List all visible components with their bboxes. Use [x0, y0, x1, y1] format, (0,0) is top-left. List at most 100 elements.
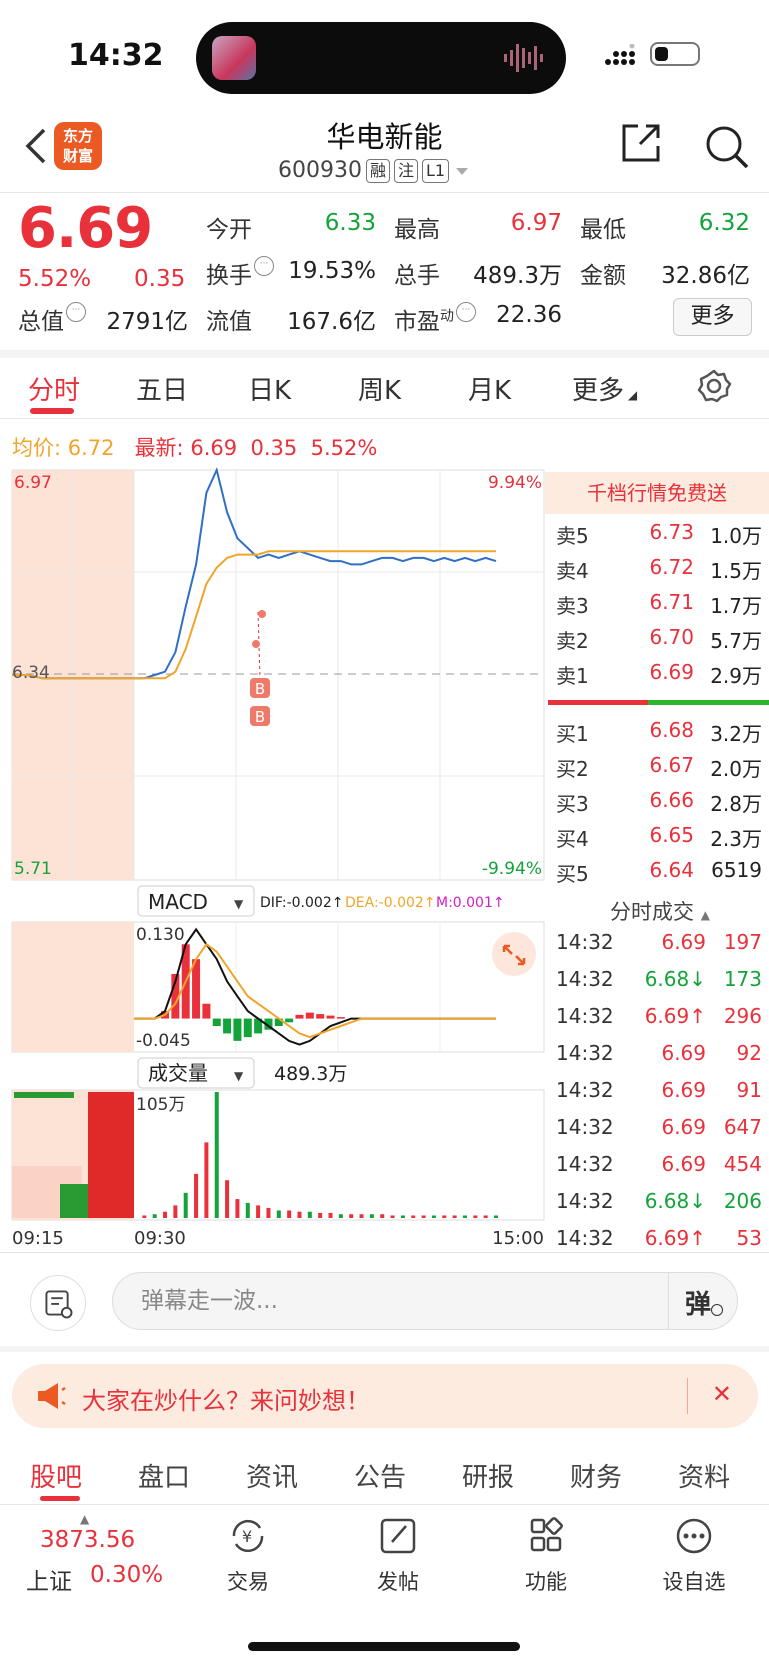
- trade-price: 6.69: [661, 930, 706, 954]
- pe-label[interactable]: 市盈动 ···: [394, 302, 476, 336]
- share-icon[interactable]: [618, 120, 664, 166]
- promo-banner[interactable]: 千档行情免费送: [545, 472, 769, 514]
- volume-bar: [431, 1215, 436, 1218]
- ask-row[interactable]: 卖1 6.69 2.9万: [556, 660, 762, 694]
- volume-bar: [256, 1205, 261, 1218]
- trade-time: 14:32: [556, 1078, 614, 1102]
- stock-code-row[interactable]: 600930 融 注 L1: [278, 158, 471, 183]
- volume-bar: [328, 1212, 333, 1218]
- expand-icon[interactable]: [492, 932, 536, 976]
- nav-customize[interactable]: 设自选: [644, 1516, 744, 1596]
- nav-customize-label: 设自选: [662, 1570, 726, 1594]
- tab-research[interactable]: 研报: [462, 1457, 514, 1494]
- danmu-send-button[interactable]: 弹: [668, 1272, 738, 1330]
- tab-intraday[interactable]: 分时: [28, 370, 80, 407]
- marker-dot: [252, 640, 260, 648]
- status-time: 14:32: [68, 38, 164, 73]
- index-pct[interactable]: 0.30%: [90, 1562, 163, 1588]
- tab-day-k[interactable]: 日K: [248, 370, 291, 407]
- dropdown-triangle-icon[interactable]: [453, 165, 471, 177]
- macd-top-label: 0.130: [136, 925, 185, 945]
- macd-bar: [233, 1018, 242, 1041]
- megaphone-icon: [38, 1383, 66, 1409]
- open-label: 今开: [206, 217, 252, 243]
- turnover-label[interactable]: 换手 ···: [206, 256, 274, 290]
- volume-bar: [276, 1210, 281, 1218]
- volume-label: 总手: [394, 263, 440, 289]
- macd-bar: [336, 1017, 345, 1019]
- battery-icon: [650, 42, 700, 66]
- ask-ratio-bar: [548, 700, 648, 705]
- trade-volume: 454: [723, 1152, 762, 1176]
- more-button[interactable]: 更多: [673, 298, 752, 336]
- trade-price: 6.68↓: [644, 1189, 706, 1213]
- bid-row[interactable]: 买5 6.64 6519: [556, 858, 762, 892]
- info-dots-icon[interactable]: ···: [66, 302, 86, 322]
- tab-announcements[interactable]: 公告: [354, 1457, 406, 1494]
- macd-bar: [316, 1014, 325, 1019]
- trade-price: 6.69: [661, 1078, 706, 1102]
- tab-more[interactable]: 更多 ◢: [572, 370, 637, 407]
- divider: [0, 192, 769, 193]
- ask-row[interactable]: 卖2 6.70 5.7万: [556, 625, 762, 659]
- nav-post[interactable]: 发帖: [348, 1516, 448, 1596]
- macd-bar: [295, 1014, 304, 1019]
- tab-order-book[interactable]: 盘口: [138, 1457, 190, 1494]
- trades-title[interactable]: 分时成交 ▲: [610, 896, 710, 926]
- index-name[interactable]: 上证: [26, 1562, 72, 1596]
- tab-month-k[interactable]: 月K: [468, 370, 511, 407]
- tab-week-k[interactable]: 周K: [358, 370, 401, 407]
- close-icon[interactable]: ✕: [712, 1380, 732, 1408]
- ask-row[interactable]: 卖5 6.73 1.0万: [556, 520, 762, 554]
- bid-row[interactable]: 买4 6.65 2.3万: [556, 823, 762, 857]
- macd-bar: [192, 959, 201, 1019]
- volume-bar: [369, 1214, 374, 1218]
- ask-row[interactable]: 卖3 6.71 1.7万: [556, 590, 762, 624]
- tab-guba[interactable]: 股吧: [30, 1457, 82, 1494]
- nav-trade[interactable]: ¥ 交易: [198, 1516, 298, 1596]
- stock-code: 600930: [278, 158, 362, 183]
- macd-bar: [202, 1003, 211, 1019]
- change-amount: 0.35: [134, 266, 186, 292]
- tab-profile[interactable]: 资料: [678, 1457, 730, 1494]
- x-label-close: 15:00: [492, 1228, 544, 1249]
- more-dots-icon: [676, 1518, 712, 1554]
- trade-time: 14:32: [556, 930, 614, 954]
- bid-row[interactable]: 买2 6.67 2.0万: [556, 753, 762, 787]
- bid-row[interactable]: 买3 6.66 2.8万: [556, 788, 762, 822]
- info-dots-icon[interactable]: ···: [456, 302, 476, 322]
- ask-row[interactable]: 卖4 6.72 1.5万: [556, 555, 762, 589]
- tab-finance[interactable]: 财务: [570, 1457, 622, 1494]
- ask-banner[interactable]: 大家在炒什么？来问妙想！ ✕: [12, 1364, 758, 1428]
- volume-bar: [287, 1210, 292, 1218]
- tab-news[interactable]: 资讯: [246, 1457, 298, 1494]
- section-gap: [0, 1346, 769, 1352]
- tab-five-day[interactable]: 五日: [136, 370, 188, 407]
- volume-bar: [462, 1215, 467, 1218]
- trade-price: 6.69: [661, 1041, 706, 1065]
- trade-row: 14:32 6.68↓ 173: [556, 967, 762, 1003]
- bid-row[interactable]: 买1 6.68 3.2万: [556, 718, 762, 752]
- trade-volume: 92: [736, 1041, 762, 1065]
- trade-row: 14:32 6.69 647: [556, 1115, 762, 1151]
- info-dots-icon[interactable]: ···: [254, 256, 274, 276]
- nav-functions[interactable]: 功能: [496, 1516, 596, 1596]
- mktcap-label[interactable]: 总值 ···: [18, 302, 86, 336]
- volume-bar: [452, 1215, 457, 1218]
- note-settings-icon[interactable]: [30, 1275, 86, 1331]
- float-value: 167.6亿: [287, 309, 376, 335]
- search-icon[interactable]: [704, 124, 750, 170]
- gear-icon[interactable]: [696, 368, 732, 404]
- chart-area[interactable]: BB 6.97 6.34 5.71 9.94% -9.94% MACD ▼ DI…: [0, 466, 546, 1256]
- volume-bar: [163, 1211, 168, 1218]
- open-value: 6.33: [324, 210, 376, 236]
- macd-bar: [305, 1012, 314, 1019]
- volume-top-label: 105万: [136, 1095, 185, 1115]
- index-value[interactable]: 3873.56: [40, 1527, 135, 1553]
- trade-price: 6.68↓: [644, 967, 706, 991]
- trade-row: 14:32 6.69 92: [556, 1041, 762, 1077]
- volume-bar: [421, 1215, 426, 1218]
- danmu-input[interactable]: 弹幕走一波...: [112, 1272, 738, 1330]
- macd-bar: [285, 1018, 294, 1023]
- marker-dot: [258, 610, 266, 618]
